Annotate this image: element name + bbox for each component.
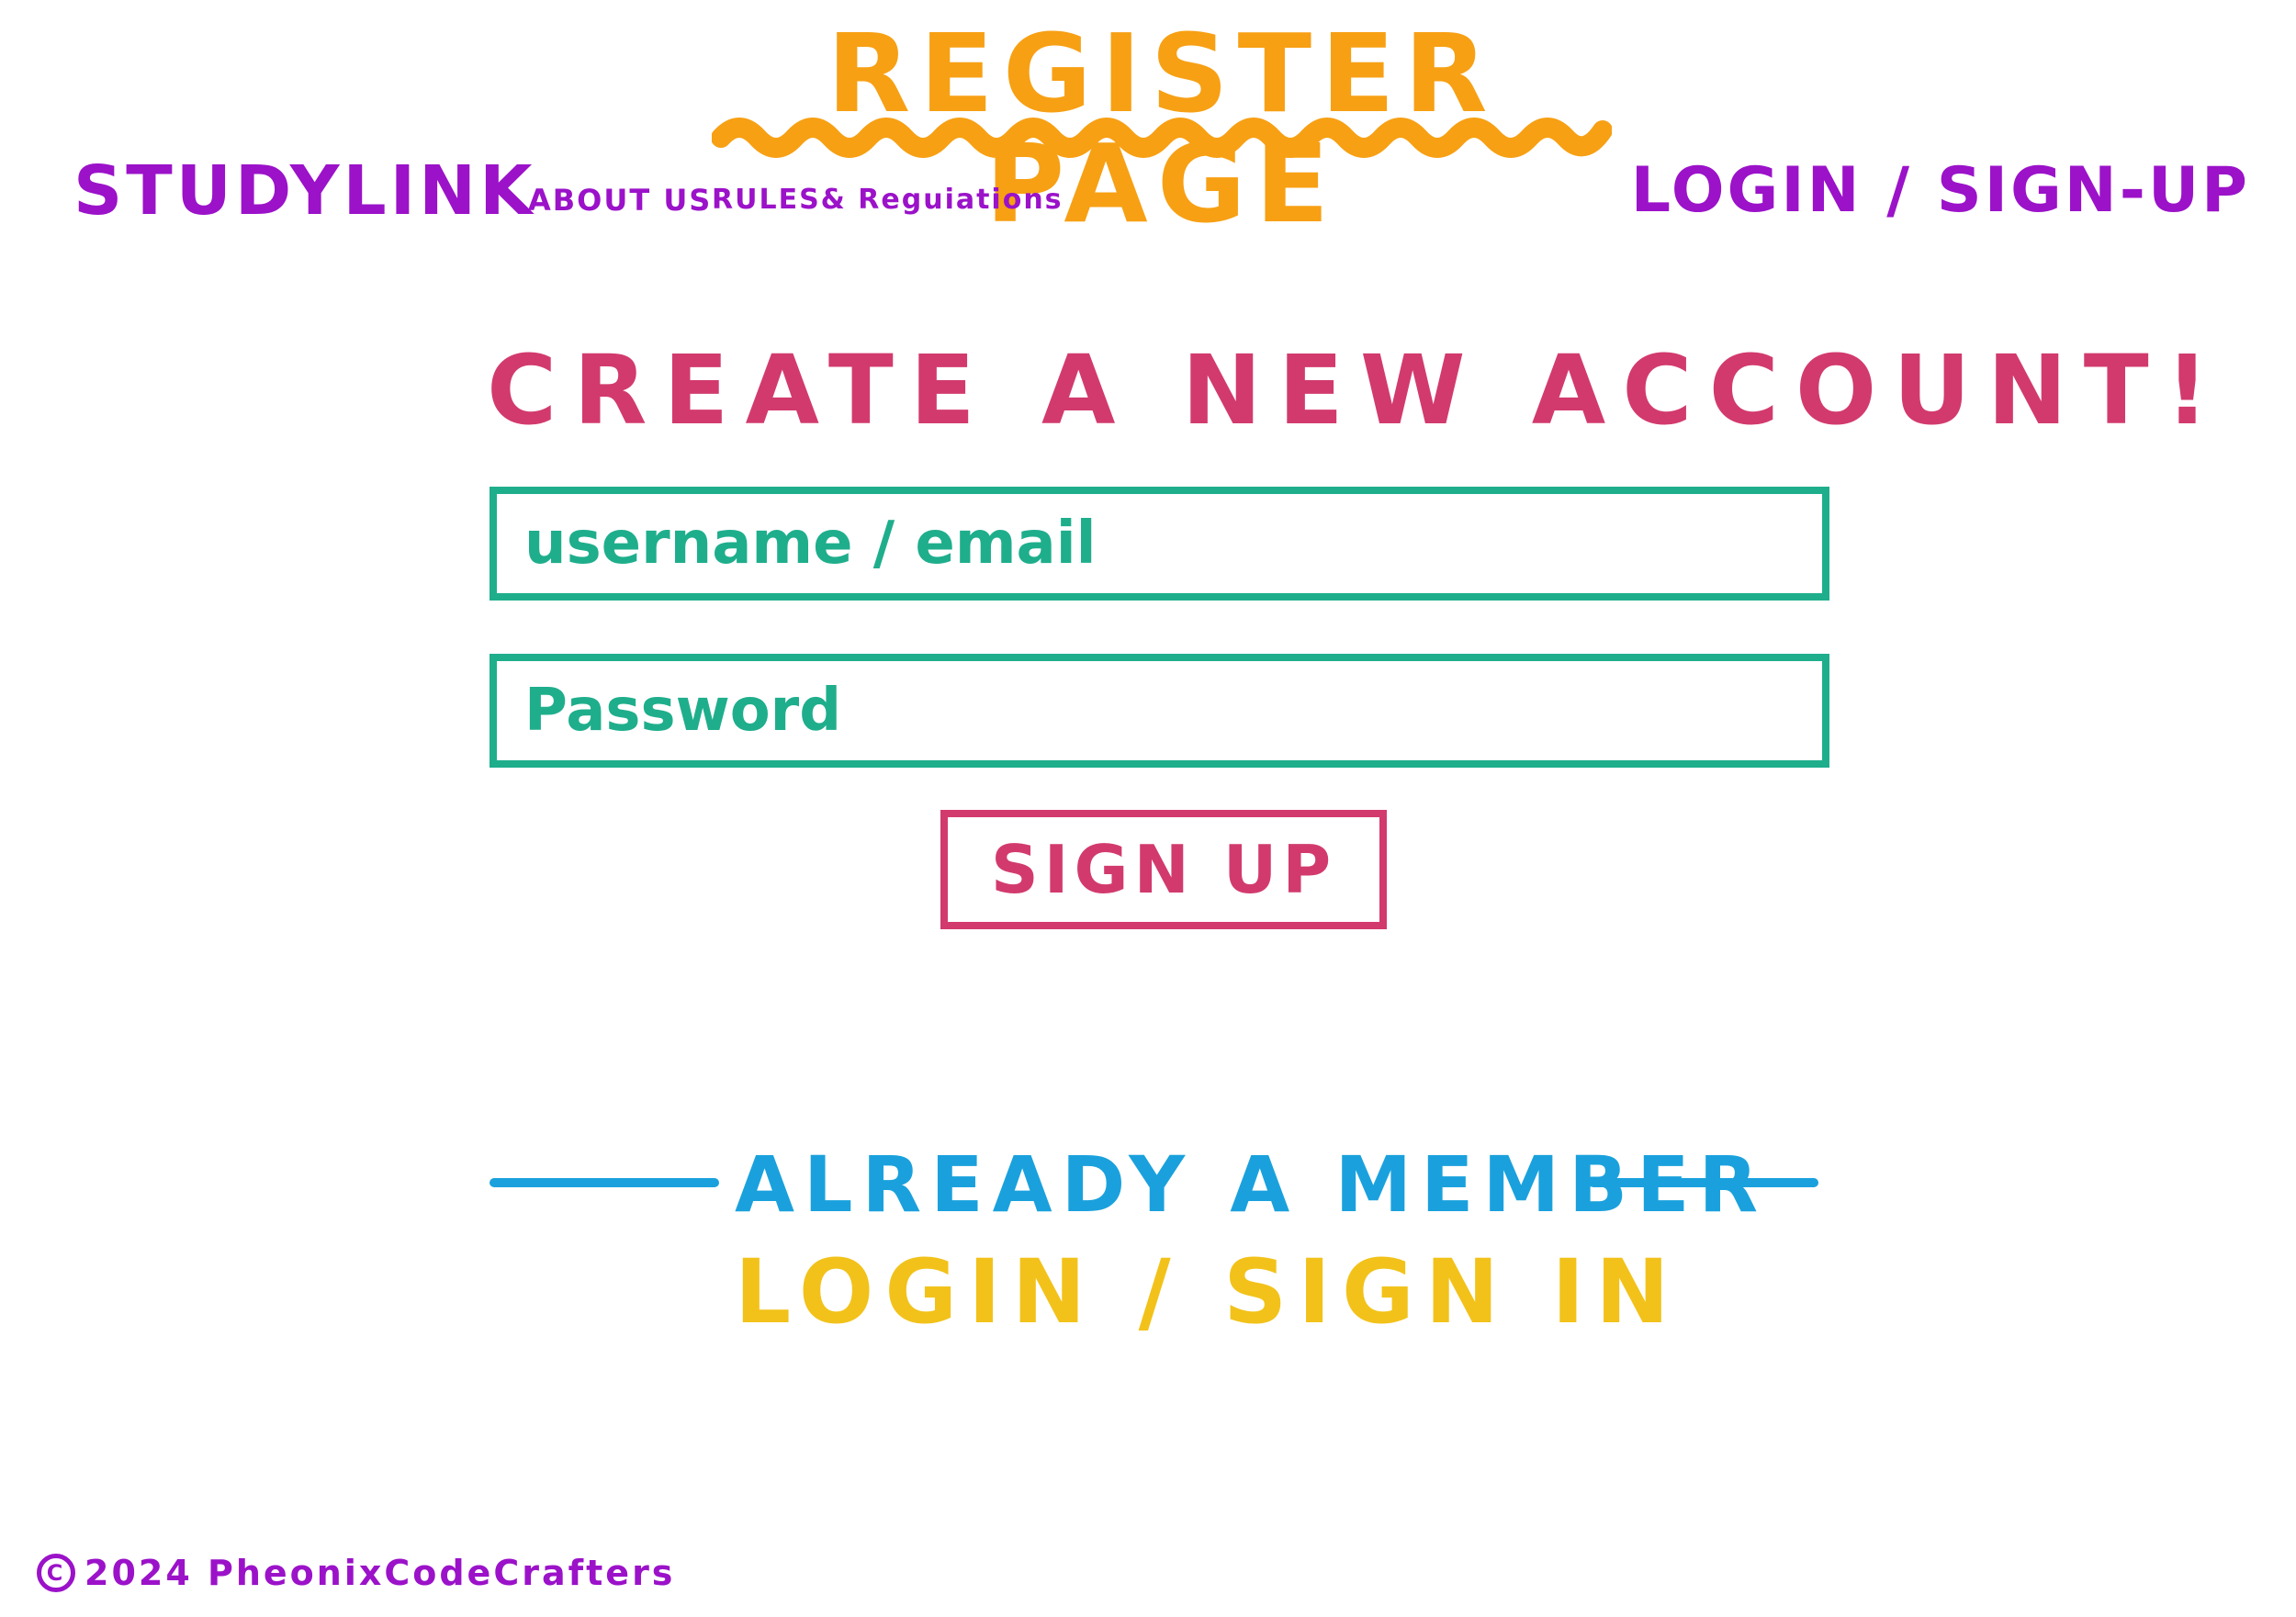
divider-right: [1589, 1178, 1818, 1187]
divider-left: [490, 1178, 719, 1187]
nav-about-us[interactable]: ABOUT US: [528, 182, 712, 219]
sign-up-button[interactable]: SIGN UP: [940, 810, 1387, 929]
brand-logo[interactable]: STUDYLINK: [73, 154, 535, 228]
nav-login-signup[interactable]: LOGIN / SIGN-UP: [1631, 154, 2250, 228]
form-heading: CREATE A NEW ACCOUNT!: [487, 334, 2226, 446]
footer: C 2024 PheonixCodeCrafters: [37, 1550, 675, 1596]
nav-rules-regulations[interactable]: RULES& Reguiations: [712, 182, 1064, 219]
copyright-icon: C: [37, 1554, 75, 1592]
already-member-prompt: ALREADY A MEMBER: [735, 1140, 1768, 1230]
title-squiggle-underline-icon: [712, 118, 1612, 158]
footer-text: 2024 PheonixCodeCrafters: [84, 1553, 676, 1593]
username-email-input[interactable]: [490, 487, 1829, 601]
password-input[interactable]: [490, 654, 1829, 768]
login-signin-link[interactable]: LOGIN / SIGN IN: [735, 1241, 1670, 1342]
